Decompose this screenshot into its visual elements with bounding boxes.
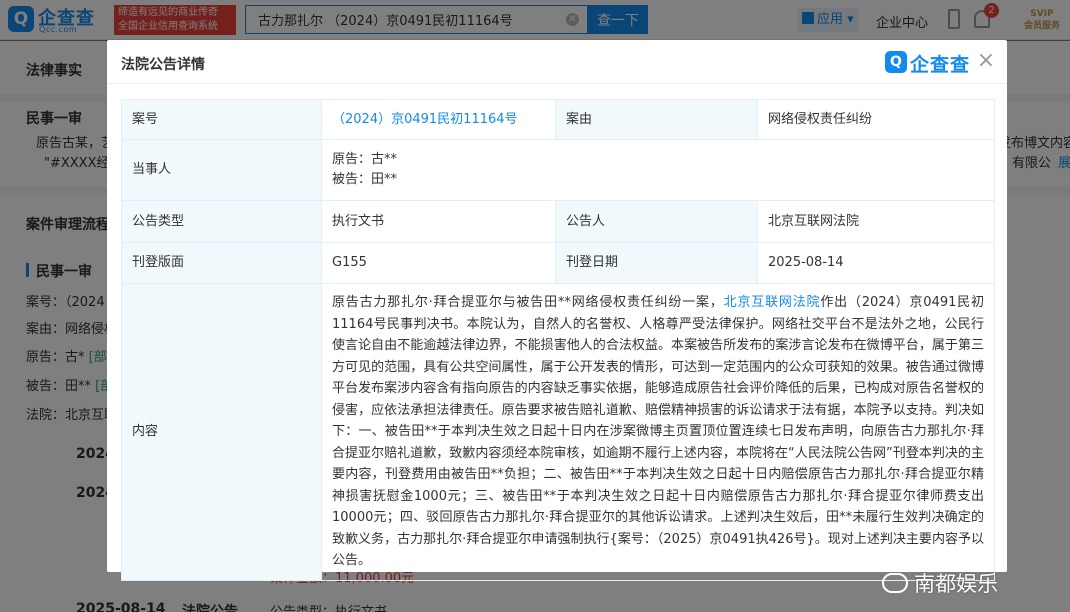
case-no-value-cell: （2024）京0491民初11164号 bbox=[321, 99, 556, 140]
defendant-value: 被告：田** bbox=[332, 172, 398, 187]
table-row: 内容 原告古力那扎尔·拜合提亚尔与被告田**网络侵权责任纠纷一案，北京互联网法院… bbox=[121, 283, 995, 581]
weibo-icon bbox=[882, 573, 908, 593]
content-part-1: 原告古力那扎尔·拜合提亚尔与被告田**网络侵权责任纠纷一案， bbox=[332, 295, 724, 310]
announcer-value: 北京互联网法院 bbox=[757, 200, 995, 243]
modal-title: 法院公告详情 bbox=[121, 57, 205, 73]
type-label: 公告类型 bbox=[121, 200, 322, 243]
court-notice-modal: 法院公告详情 Q 企查查 × 案号 （2024）京0491民初11164号 案由… bbox=[107, 40, 1007, 581]
table-row: 案号 （2024）京0491民初11164号 案由 网络侵权责任纠纷 bbox=[121, 99, 995, 140]
table-row: 当事人 原告：古** 被告：田** bbox=[121, 139, 995, 201]
close-icon[interactable]: × bbox=[975, 50, 997, 72]
date-value: 2025-08-14 bbox=[757, 242, 995, 284]
modal-header: 法院公告详情 Q 企查查 × bbox=[107, 40, 1007, 84]
party-value-cell: 原告：古** 被告：田** bbox=[321, 139, 995, 201]
case-no-link[interactable]: （2024）京0491民初11164号 bbox=[332, 112, 518, 127]
page-value: G155 bbox=[321, 242, 556, 284]
announcer-label: 公告人 bbox=[555, 200, 758, 243]
notice-detail-table: 案号 （2024）京0491民初11164号 案由 网络侵权责任纠纷 当事人 原… bbox=[121, 99, 995, 581]
date-label: 刊登日期 bbox=[555, 242, 758, 284]
content-label: 内容 bbox=[121, 283, 322, 581]
type-value: 执行文书 bbox=[321, 200, 556, 243]
cause-label: 案由 bbox=[555, 99, 758, 140]
modal-logo-text: 企查查 bbox=[910, 54, 971, 76]
cause-value: 网络侵权责任纠纷 bbox=[757, 99, 995, 140]
content-value: 原告古力那扎尔·拜合提亚尔与被告田**网络侵权责任纠纷一案，北京互联网法院作出（… bbox=[321, 283, 995, 581]
qcc-logo-icon: Q bbox=[885, 51, 907, 73]
table-row: 刊登版面 G155 刊登日期 2025-08-14 bbox=[121, 242, 995, 284]
party-label: 当事人 bbox=[121, 139, 322, 201]
case-no-label: 案号 bbox=[121, 99, 322, 140]
plaintiff-value: 原告：古** bbox=[332, 152, 398, 167]
court-link[interactable]: 北京互联网法院 bbox=[724, 295, 821, 310]
weibo-watermark: 南都娱乐 bbox=[882, 568, 998, 598]
watermark-text: 南都娱乐 bbox=[914, 572, 998, 596]
content-part-2: 作出（2024）京0491民初11164号民事判决书。本院认为，自然人的名誉权、… bbox=[332, 295, 984, 568]
page-label: 刊登版面 bbox=[121, 242, 322, 284]
table-row: 公告类型 执行文书 公告人 北京互联网法院 bbox=[121, 200, 995, 243]
